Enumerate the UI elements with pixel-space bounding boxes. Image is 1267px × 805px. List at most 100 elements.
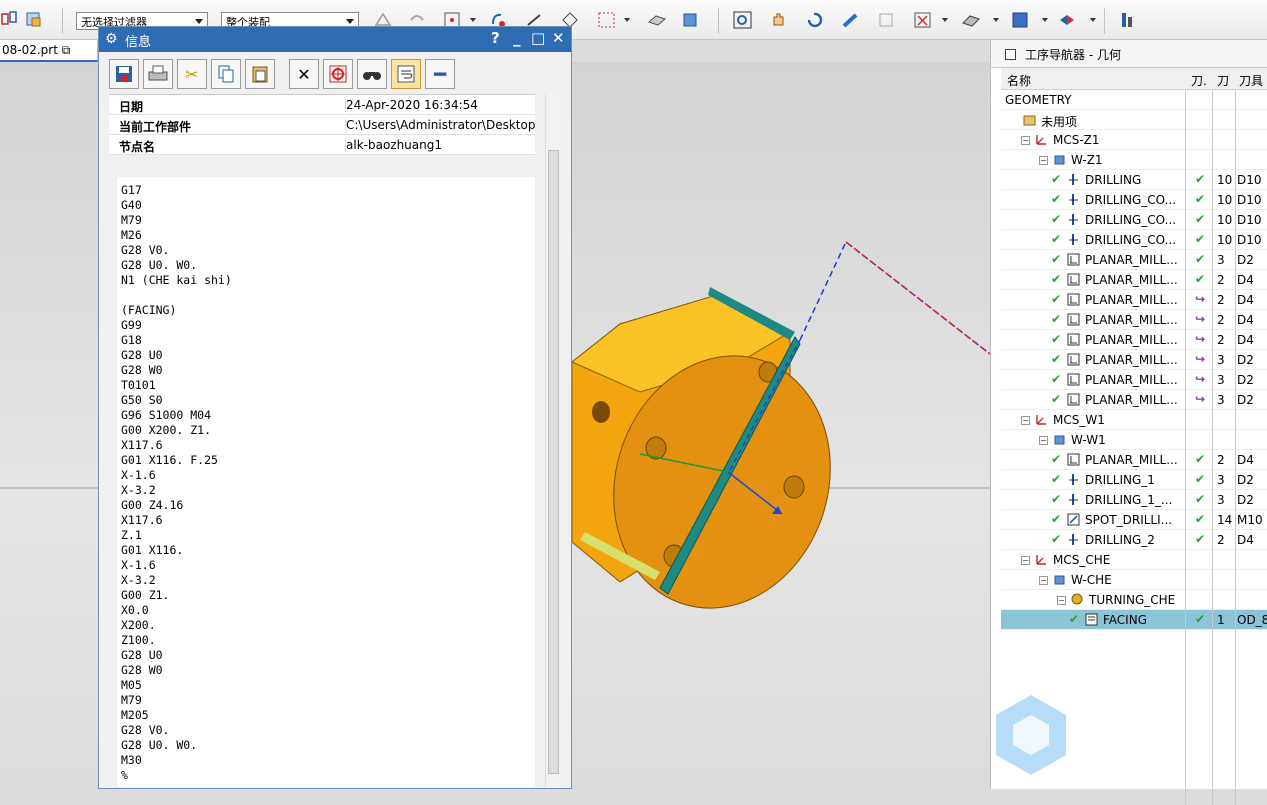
column-name[interactable]: 名称 — [1007, 72, 1031, 89]
navigator-row[interactable]: ✔ DRILLING_1_... ✔ 3 D2 — [1001, 490, 1267, 510]
planar-mill-icon — [1067, 273, 1080, 286]
view-triad-icon[interactable] — [1056, 10, 1078, 30]
navigator-row[interactable]: − W-Z1 — [1001, 150, 1267, 170]
collapse-toggle-icon[interactable]: − — [1021, 416, 1030, 425]
drilling-icon — [1069, 494, 1078, 505]
navigator-row[interactable]: ✔ PLANAR_MILL... ↪ 2 D4 — [1001, 330, 1267, 350]
find-point-button[interactable] — [323, 59, 353, 89]
info-dialog-titlebar[interactable]: ⚙ 信息 ? _ □ ✕ — [99, 27, 571, 52]
collapse-toggle-icon[interactable]: − — [1039, 436, 1048, 445]
collapse-button[interactable]: ━ — [425, 59, 455, 89]
navigator-row[interactable]: ✔ PLANAR_MILL... ↪ 3 D2 — [1001, 390, 1267, 410]
chevron-down-icon[interactable] — [942, 18, 948, 22]
navigator-row[interactable]: ✔ DRILLING ✔ 10 D10 — [1001, 170, 1267, 190]
cross-icon: ✕ — [297, 64, 311, 84]
collapse-toggle-icon[interactable]: − — [1021, 136, 1030, 145]
navigator-row[interactable]: ✔ FACING ✔ 1 OD_8 — [1001, 610, 1267, 630]
collapse-toggle-icon[interactable]: − — [1057, 596, 1066, 605]
word-wrap-button[interactable] — [391, 59, 421, 89]
navigator-row[interactable]: 未用项 — [1001, 110, 1267, 130]
zoom-icon[interactable] — [732, 10, 754, 30]
navigator-row[interactable]: − MCS_CHE — [1001, 550, 1267, 570]
solid-icon[interactable] — [1010, 10, 1032, 30]
file-tab[interactable]: 08-02.prt ⧉ — [0, 40, 98, 62]
column-tool[interactable]: 刀具 — [1239, 72, 1263, 89]
maximize-button[interactable]: □ — [531, 29, 545, 47]
navigator-row[interactable]: ✔ DRILLING_CO... ✔ 10 D10 — [1001, 230, 1267, 250]
mcs-icon — [1036, 555, 1046, 565]
navigator-row[interactable]: GEOMETRY — [1001, 90, 1267, 110]
status-ok-icon: ✔ — [1194, 252, 1206, 266]
refresh-icon[interactable] — [804, 10, 826, 30]
collapse-toggle-icon[interactable]: − — [1021, 556, 1030, 565]
navigator-row[interactable]: − MCS-Z1 — [1001, 130, 1267, 150]
mcs-icon — [1036, 415, 1046, 425]
navigator-column-header: 名称 刀. 刀 刀具 — [1001, 68, 1267, 90]
navigator-row[interactable]: − W-CHE — [1001, 570, 1267, 590]
separator — [718, 8, 719, 34]
delete-button[interactable]: ✕ — [289, 59, 319, 89]
navigator-row[interactable]: ✔ PLANAR_MILL... ↪ 2 D4 — [1001, 290, 1267, 310]
find-button[interactable] — [357, 59, 387, 89]
navigator-row-label: PLANAR_MILL... — [1085, 313, 1178, 327]
navigator-tree: GEOMETRY 未用项 − MCS-Z1− W-Z1 ✔ DRILLING ✔ 10 D10 ✔ D… — [1001, 90, 1267, 780]
navigator-row[interactable]: − W-W1 — [1001, 430, 1267, 450]
navigator-row[interactable]: ✔ PLANAR_MILL... ✔ 2 D4 — [1001, 450, 1267, 470]
tool-name: D4 — [1237, 313, 1254, 327]
chevron-down-icon[interactable] — [624, 18, 630, 22]
collapse-toggle-icon[interactable]: − — [1039, 156, 1048, 165]
tool-number: 2 — [1217, 333, 1225, 347]
separator — [1104, 8, 1105, 34]
copy-button[interactable] — [211, 59, 241, 89]
navigator-row[interactable]: − MCS_W1 — [1001, 410, 1267, 430]
meta-value: C:\Users\Administrator\Desktop\23.p — [345, 118, 535, 132]
box-select-icon[interactable] — [596, 10, 618, 30]
column-path-status[interactable]: 刀. — [1191, 72, 1207, 89]
analysis-icon[interactable] — [1118, 10, 1140, 30]
navigator-row[interactable]: ✔ DRILLING_CO... ✔ 10 D10 — [1001, 210, 1267, 230]
save-button[interactable] — [109, 59, 139, 89]
navigator-row[interactable]: ✔ PLANAR_MILL... ✔ 2 D4 — [1001, 270, 1267, 290]
nc-code-text[interactable]: G17 G40 M79 M26 G28 V0. G28 U0. W0. N1 (… — [117, 177, 535, 787]
chevron-down-icon[interactable] — [1042, 18, 1048, 22]
close-button[interactable]: ✕ — [552, 29, 565, 47]
wireframe-icon[interactable] — [960, 10, 982, 30]
pan-icon[interactable] — [768, 10, 790, 30]
navigator-row[interactable]: ✔ PLANAR_MILL... ↪ 3 D2 — [1001, 350, 1267, 370]
chevron-down-icon[interactable] — [470, 18, 476, 22]
cube-icon[interactable] — [680, 10, 702, 30]
navigator-row[interactable]: ✔ DRILLING_CO... ✔ 10 D10 — [1001, 190, 1267, 210]
paste-button[interactable] — [245, 59, 275, 89]
chevron-down-icon[interactable] — [993, 18, 999, 22]
tool-number: 3 — [1217, 493, 1225, 507]
navigator-row[interactable]: ✔ PLANAR_MILL... ↪ 2 D4 — [1001, 310, 1267, 330]
component-icon[interactable] — [24, 10, 46, 30]
generated-check-icon: ✔ — [1051, 512, 1062, 526]
minimize-button[interactable]: _ — [513, 29, 521, 47]
navigator-row[interactable]: ✔ DRILLING_2 ✔ 2 D4 — [1001, 530, 1267, 550]
help-button[interactable]: ? — [491, 29, 500, 47]
tool-number: 10 — [1217, 193, 1233, 207]
column-tool-number[interactable]: 刀 — [1217, 72, 1229, 89]
navigator-row-label: PLANAR_MILL... — [1085, 453, 1178, 467]
collapse-toggle-icon[interactable]: − — [1039, 576, 1048, 585]
planar-mill-icon — [1067, 253, 1080, 266]
navigator-row[interactable]: ✔ PLANAR_MILL... ✔ 3 D2 — [1001, 250, 1267, 270]
cut-button[interactable]: ✂ — [177, 59, 207, 89]
navigator-row[interactable]: ✔ DRILLING_1 ✔ 3 D2 — [1001, 470, 1267, 490]
fit-icon[interactable] — [912, 10, 934, 30]
vertical-scrollbar[interactable] — [545, 94, 560, 788]
assembly-icon[interactable] — [0, 10, 22, 30]
scrollbar-thumb[interactable] — [548, 150, 559, 774]
tool-name: D2 — [1237, 253, 1254, 267]
shaded-icon[interactable] — [646, 10, 668, 30]
chevron-down-icon — [346, 19, 354, 24]
brush-icon[interactable] — [840, 10, 862, 30]
navigator-row[interactable]: − TURNING_CHE — [1001, 590, 1267, 610]
layer-icon[interactable] — [876, 10, 898, 30]
print-button[interactable] — [143, 59, 173, 89]
navigator-row[interactable]: ✔ SPOT_DRILLI... ✔ 14 M10 — [1001, 510, 1267, 530]
navigator-pin-checkbox[interactable] — [1005, 49, 1016, 60]
navigator-row[interactable]: ✔ PLANAR_MILL... ↪ 3 D2 — [1001, 370, 1267, 390]
chevron-down-icon[interactable] — [1090, 18, 1096, 22]
